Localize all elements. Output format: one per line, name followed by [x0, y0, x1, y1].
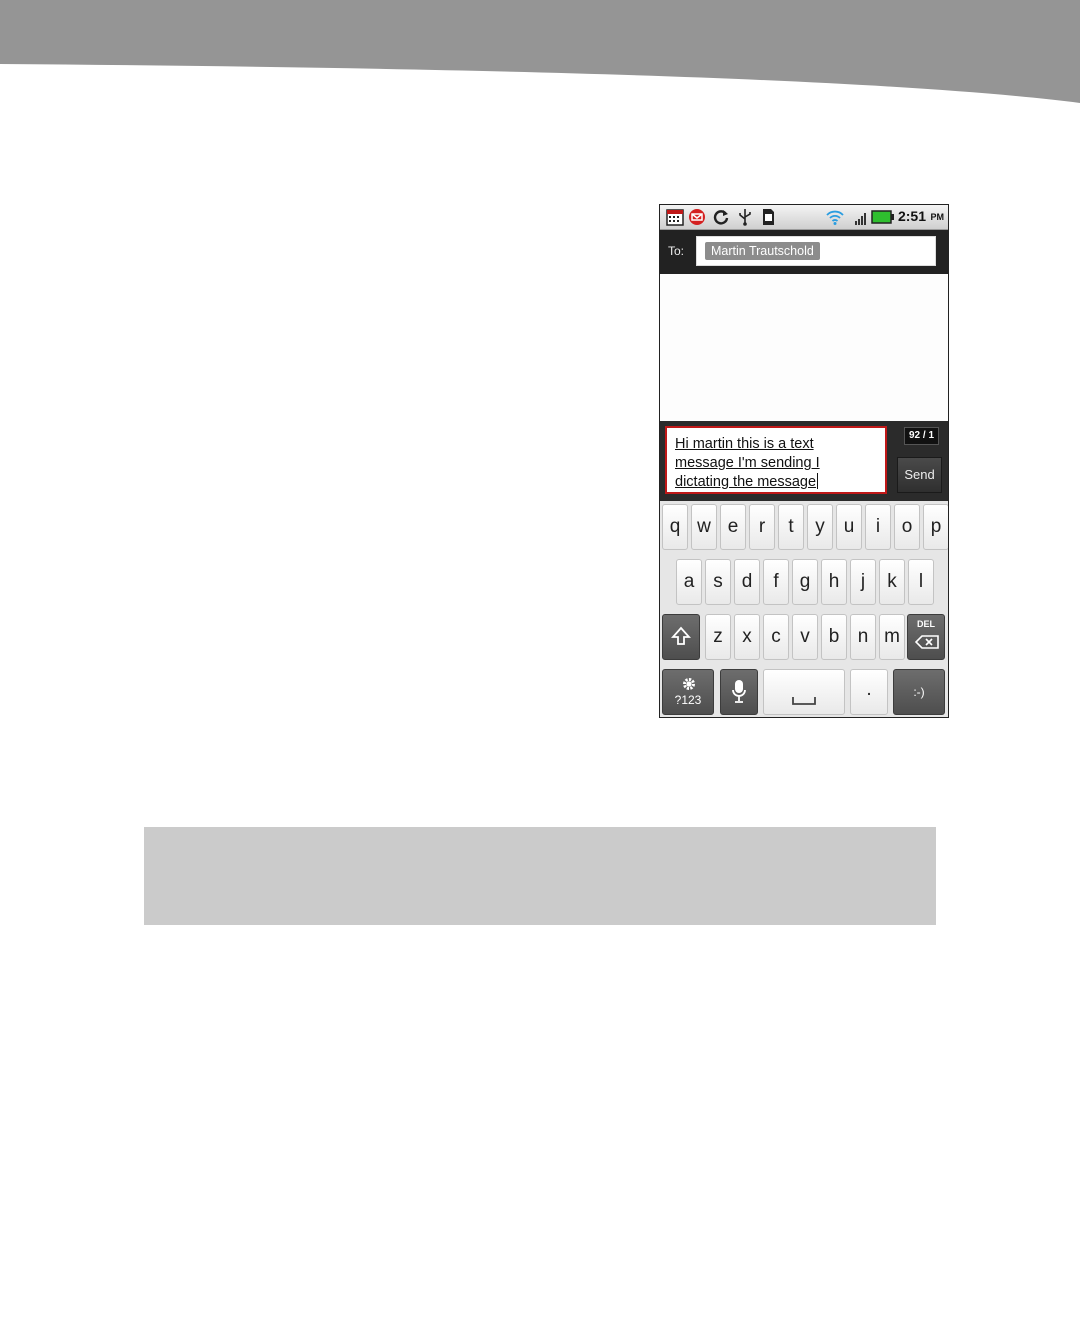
- to-label: To:: [668, 244, 685, 258]
- key-n[interactable]: n: [850, 614, 876, 660]
- text-cursor: [817, 473, 819, 489]
- key-a[interactable]: a: [676, 559, 702, 605]
- period-key[interactable]: .: [850, 669, 888, 715]
- character-counter: 92 / 1: [904, 427, 940, 445]
- key-v[interactable]: v: [792, 614, 818, 660]
- key-u[interactable]: u: [836, 504, 862, 550]
- phone-screenshot: 2:51 PM To: Martin Trautschold Hi martin…: [659, 204, 949, 718]
- key-c[interactable]: c: [763, 614, 789, 660]
- key-x[interactable]: x: [734, 614, 760, 660]
- key-s[interactable]: s: [705, 559, 731, 605]
- key-l[interactable]: l: [908, 559, 934, 605]
- soft-keyboard: q w e r t y u i o p a s d f g h j k l z …: [660, 501, 948, 717]
- symbols-label: ?123: [674, 693, 702, 707]
- space-bar-icon: [792, 697, 816, 705]
- smiley-key[interactable]: :-): [893, 669, 945, 715]
- shift-key[interactable]: [662, 614, 700, 660]
- conversation-area: [660, 274, 948, 421]
- caption-box: [144, 827, 936, 925]
- recipient-chip[interactable]: Martin Trautschold: [705, 242, 820, 260]
- recipient-field[interactable]: Martin Trautschold: [696, 236, 936, 266]
- key-f[interactable]: f: [763, 559, 789, 605]
- recipient-bar: To: Martin Trautschold: [660, 230, 948, 274]
- compose-bar: Hi martin this is a text message I'm sen…: [660, 421, 948, 501]
- space-key[interactable]: [763, 669, 845, 715]
- email-notification-icon: [689, 209, 705, 225]
- status-ampm: PM: [930, 212, 945, 222]
- wifi-icon: [826, 210, 844, 225]
- key-p[interactable]: p: [923, 504, 948, 550]
- shift-icon: [670, 626, 692, 645]
- key-h[interactable]: h: [821, 559, 847, 605]
- battery-icon: [871, 210, 894, 224]
- key-k[interactable]: k: [879, 559, 905, 605]
- key-w[interactable]: w: [691, 504, 717, 550]
- page-header-banner: [0, 0, 1080, 103]
- sd-card-icon: [763, 209, 774, 225]
- message-line: dictating the message: [675, 474, 817, 490]
- message-input[interactable]: Hi martin this is a text message I'm sen…: [665, 426, 887, 494]
- microphone-icon: [732, 680, 746, 703]
- key-i[interactable]: i: [865, 504, 891, 550]
- status-bar: 2:51 PM: [660, 205, 948, 230]
- sync-icon: [713, 210, 729, 225]
- calendar-icon: [666, 209, 684, 226]
- key-q[interactable]: q: [662, 504, 688, 550]
- key-t[interactable]: t: [778, 504, 804, 550]
- message-line: Hi martin this is a text: [675, 436, 814, 452]
- symbols-key[interactable]: ?123: [662, 669, 714, 715]
- signal-icon: [855, 213, 866, 225]
- key-y[interactable]: y: [807, 504, 833, 550]
- key-e[interactable]: e: [720, 504, 746, 550]
- message-line: message I'm sending I: [675, 455, 820, 471]
- status-time: 2:51: [897, 208, 926, 224]
- backspace-icon: [915, 635, 939, 649]
- key-d[interactable]: d: [734, 559, 760, 605]
- key-m[interactable]: m: [879, 614, 905, 660]
- key-j[interactable]: j: [850, 559, 876, 605]
- key-o[interactable]: o: [894, 504, 920, 550]
- key-z[interactable]: z: [705, 614, 731, 660]
- send-button[interactable]: Send: [897, 457, 942, 493]
- key-g[interactable]: g: [792, 559, 818, 605]
- key-r[interactable]: r: [749, 504, 775, 550]
- delete-key[interactable]: DEL: [907, 614, 945, 660]
- usb-icon: [739, 209, 751, 226]
- microphone-key[interactable]: [720, 669, 758, 715]
- key-b[interactable]: b: [821, 614, 847, 660]
